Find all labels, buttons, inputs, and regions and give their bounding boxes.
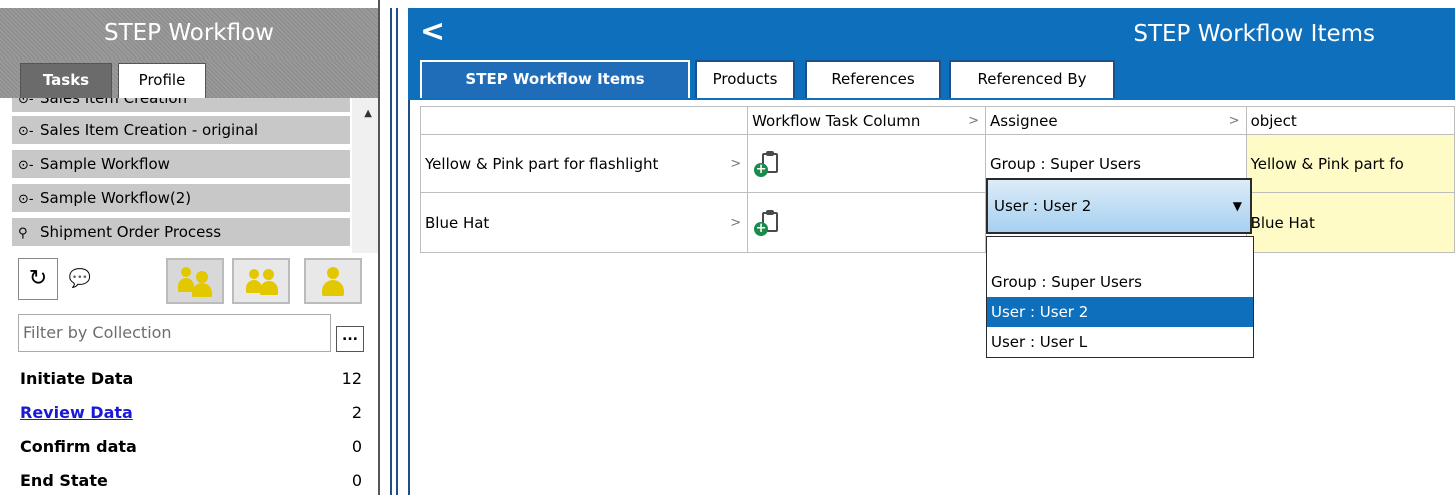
chevron-right-icon: > <box>730 156 742 171</box>
table-row[interactable]: Blue Hat > + Blue Hat <box>419 192 1455 253</box>
panel-title: STEP Workflow <box>0 8 378 58</box>
items-table: Workflow Task Column > Assignee > object Y… <box>419 106 1455 253</box>
state-count: 2 <box>351 403 362 422</box>
items-title-bar: < STEP Workflow Items <box>408 8 1455 58</box>
items-grid-area: Workflow Task Column > Assignee > object Y… <box>408 100 1455 495</box>
add-task-icon[interactable]: + <box>752 209 782 236</box>
item-name-cell[interactable]: Yellow & Pink part for flashlight > <box>419 134 749 193</box>
workflow-item[interactable]: ⚲ Shipment Order Process <box>12 218 350 248</box>
chevron-left-icon[interactable]: < <box>420 16 445 48</box>
state-count: 0 <box>351 471 362 490</box>
tab-references[interactable]: References <box>805 60 941 98</box>
chevron-right-icon: > <box>968 113 980 128</box>
dropdown-option[interactable]: Group : Super Users <box>987 267 1253 297</box>
state-row-review-data[interactable]: Review Data 2 <box>20 396 368 430</box>
column-header-assignee[interactable]: Assignee > <box>985 106 1247 135</box>
workflow-item[interactable]: ⊙- Sales Item Creation - original <box>12 116 350 146</box>
assignee-dropdown[interactable]: User : User 2 ▼ <box>986 178 1252 234</box>
assignee-options-list: Group : Super Users User : User 2 User :… <box>986 236 1254 358</box>
workflow-icon: ⊙- <box>18 124 34 139</box>
comment-icon: 💬 <box>68 268 92 289</box>
group-tasks-button[interactable] <box>232 258 290 304</box>
tab-products[interactable]: Products <box>695 60 795 98</box>
group-icon <box>243 265 279 297</box>
user-icon <box>315 265 351 297</box>
scroll-up-icon[interactable]: ▲ <box>364 108 372 119</box>
tab-profile[interactable]: Profile <box>118 63 206 98</box>
workflow-list-scrollbar[interactable]: ▲ <box>352 98 378 253</box>
caret-down-icon: ▼ <box>1232 199 1242 213</box>
workflow-icon: ⊙- <box>18 158 34 173</box>
tab-referenced-by[interactable]: Referenced By <box>949 60 1115 98</box>
state-count: 0 <box>351 437 362 456</box>
state-pin-icon: ⚲ <box>18 226 28 241</box>
comment-button[interactable]: 💬 <box>60 258 100 300</box>
dropdown-option[interactable] <box>987 237 1253 267</box>
items-tabbar: STEP Workflow Items Products References … <box>408 58 1455 100</box>
workflow-item[interactable]: ⊙- Sample Workflow <box>12 150 350 180</box>
refresh-icon: ↻ <box>28 266 48 291</box>
object-cell[interactable]: Yellow & Pink part fo <box>1245 134 1455 193</box>
group-users-icon <box>177 265 213 297</box>
items-title: STEP Workflow Items <box>1133 21 1375 47</box>
column-header-object[interactable]: object <box>1245 106 1455 135</box>
workflow-items-panel: < STEP Workflow Items STEP Workflow Item… <box>408 0 1455 495</box>
workflow-icon: ⊙- <box>18 192 34 207</box>
task-cell[interactable]: + <box>747 134 987 193</box>
state-count: 12 <box>341 369 362 388</box>
refresh-button[interactable]: ↻ <box>18 258 58 300</box>
my-tasks-button[interactable] <box>304 258 362 304</box>
tab-step-workflow-items[interactable]: STEP Workflow Items <box>420 60 690 98</box>
state-row-confirm-data[interactable]: Confirm data 0 <box>20 430 368 464</box>
task-cell[interactable]: + <box>747 192 987 253</box>
all-tasks-button[interactable] <box>166 258 224 304</box>
table-row[interactable]: Yellow & Pink part for flashlight > + Gro… <box>419 134 1455 193</box>
workflow-item[interactable]: ⊙- Sample Workflow(2) <box>12 184 350 214</box>
filter-by-collection-input[interactable]: Filter by Collection <box>18 314 331 352</box>
chevron-right-icon: > <box>1228 113 1240 128</box>
state-row-end-state[interactable]: End State 0 <box>20 464 368 495</box>
dropdown-option-selected[interactable]: User : User 2 <box>987 297 1253 327</box>
column-header[interactable] <box>419 106 749 135</box>
chevron-right-icon: > <box>730 215 742 230</box>
object-cell[interactable]: Blue Hat <box>1245 192 1455 253</box>
workflow-panel: STEP Workflow Tasks Profile ⊙- Sales Item… <box>0 0 380 495</box>
workflow-item[interactable]: ⊙- Sales Item Creation <box>12 98 350 114</box>
item-name-cell[interactable]: Blue Hat > <box>419 192 749 253</box>
workflow-list: ⊙- Sales Item Creation ⊙- Sales Item Creat… <box>12 98 378 253</box>
tab-tasks[interactable]: Tasks <box>20 63 112 98</box>
column-header-workflow-task[interactable]: Workflow Task Column > <box>747 106 987 135</box>
workflow-icon: ⊙- <box>18 98 34 107</box>
dropdown-option[interactable]: User : User L <box>987 327 1253 357</box>
filter-browse-button[interactable]: ... <box>336 326 364 352</box>
add-task-icon[interactable]: + <box>752 150 782 177</box>
panel-tabbar: Tasks Profile <box>0 58 378 98</box>
toolbar: ↻ 💬 <box>18 258 368 304</box>
splitter[interactable] <box>380 0 408 495</box>
state-row-initiate-data[interactable]: Initiate Data 12 <box>20 362 368 396</box>
